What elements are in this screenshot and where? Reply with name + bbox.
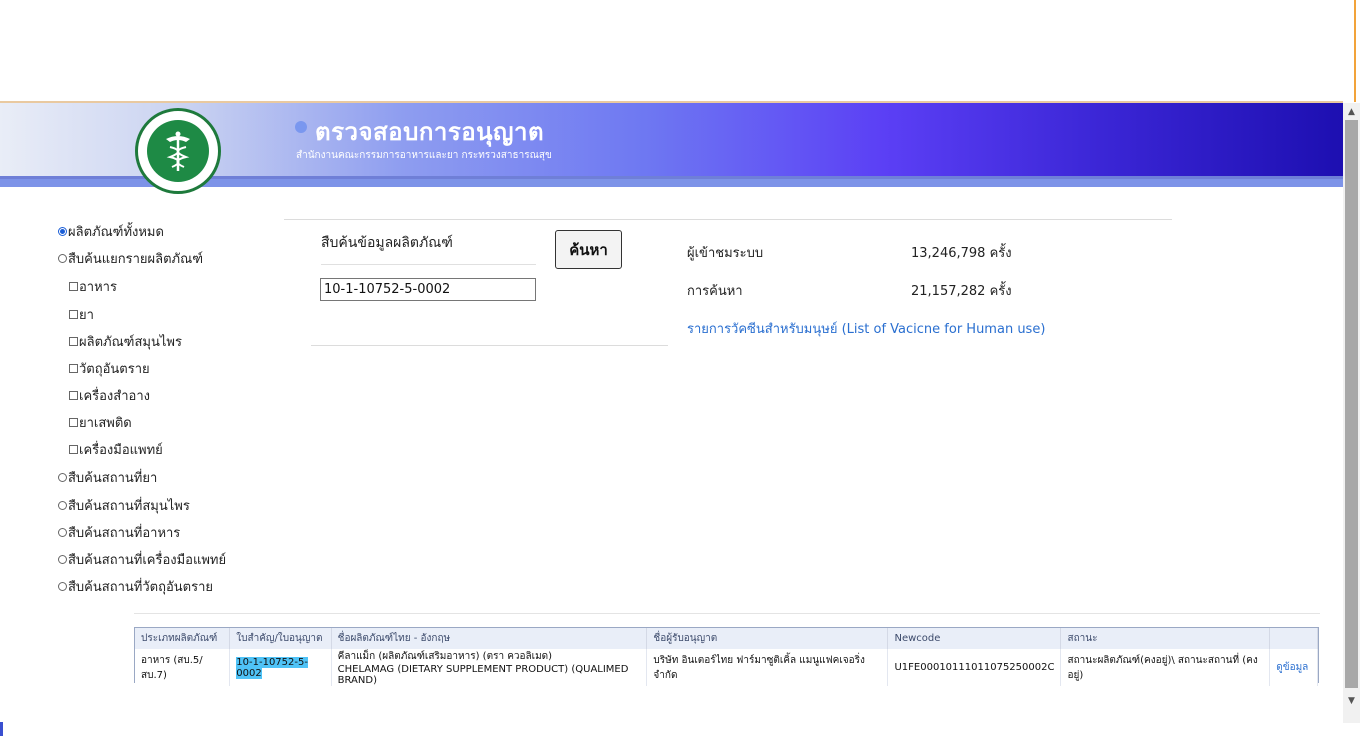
option-label: ผลิตภัณฑ์ทั้งหมด: [68, 225, 164, 240]
ministry-logo: [135, 108, 221, 194]
header-licensee: ชื่อผู้รับอนุญาต: [646, 628, 889, 649]
search-label-divider: [321, 264, 536, 265]
checkbox-icon[interactable]: [69, 445, 78, 454]
checkbox-food[interactable]: อาหาร: [69, 276, 117, 297]
visitors-value: 13,246,798 ครั้ง: [911, 246, 1012, 261]
radio-icon[interactable]: [58, 501, 67, 510]
table-header-row: ประเภทผลิตภัณฑ์ ใบสำคัญ/ใบอนุญาต ชื่อผลิ…: [135, 628, 1318, 649]
searches-value: 21,157,282 ครั้ง: [911, 284, 1012, 299]
product-name-english: CHELAMAG (DIETARY SUPPLEMENT PRODUCT) (Q…: [337, 664, 629, 686]
results-divider: [134, 613, 1320, 614]
table-row: อาหาร (สบ.5/สบ.7) 10-1-10752-5-0002 คีลา…: [135, 649, 1318, 686]
vaccine-list-link[interactable]: รายการวัคซีนสำหรับมนุษย์ (List of Vacicn…: [687, 318, 1045, 339]
license-number-highlight: 10-1-10752-5-0002: [236, 656, 308, 679]
header-action: [1269, 628, 1318, 649]
option-label: สืบค้นสถานที่อาหาร: [68, 526, 181, 541]
option-label: สืบค้นสถานที่เครื่องมือแพทย์: [68, 553, 227, 568]
scroll-down-icon[interactable]: ▼: [1343, 694, 1360, 708]
checkbox-drug[interactable]: ยา: [69, 304, 94, 325]
option-food-premises[interactable]: สืบค้นสถานที่อาหาร: [58, 522, 180, 543]
cell-status: สถานะผลิตภัณฑ์(คงอยู่)\ สถานะสถานที่ (คง…: [1060, 649, 1271, 686]
radio-icon[interactable]: [58, 227, 67, 236]
corner-marker: [0, 722, 3, 736]
checkbox-icon[interactable]: [69, 391, 78, 400]
checkbox-herbal[interactable]: ผลิตภัณฑ์สมุนไพร: [69, 331, 182, 352]
title-bullet-icon: [295, 121, 307, 133]
product-name-thai: คีลาแม็ก (ผลิตภัณฑ์เสริมอาหาร) (ตรา ควอล…: [337, 651, 553, 662]
search-button[interactable]: ค้นหา: [555, 230, 622, 269]
checkbox-hazardous[interactable]: วัตถุอันตราย: [69, 358, 150, 379]
top-blank-area: [0, 0, 1343, 102]
checkbox-icon[interactable]: [69, 310, 78, 319]
checkbox-icon[interactable]: [69, 418, 78, 427]
option-device-premises[interactable]: สืบค้นสถานที่เครื่องมือแพทย์: [58, 549, 226, 570]
header-newcode: Newcode: [887, 628, 1062, 649]
checkbox-narcotics[interactable]: ยาเสพติด: [69, 412, 132, 433]
search-input[interactable]: [320, 278, 536, 301]
option-by-product[interactable]: สืบค้นแยกรายผลิตภัณฑ์: [58, 248, 203, 269]
radio-icon[interactable]: [58, 582, 67, 591]
option-label: สืบค้นสถานที่สมุนไพร: [68, 499, 190, 514]
view-details-link[interactable]: ดูข้อมูล: [1276, 662, 1308, 673]
page-subtitle: สำนักงานคณะกรรมการอาหารและยา กระทรวงสาธา…: [296, 150, 552, 161]
search-section-divider: [284, 219, 1172, 220]
option-label: สืบค้นสถานที่วัตถุอันตราย: [68, 580, 213, 595]
page-title: ตรวจสอบการอนุญาต: [315, 118, 545, 146]
option-all-products[interactable]: ผลิตภัณฑ์ทั้งหมด: [58, 221, 164, 242]
option-label: เครื่องสำอาง: [79, 389, 150, 404]
option-label: อาหาร: [79, 280, 117, 295]
search-label: สืบค้นข้อมูลผลิตภัณฑ์: [321, 235, 453, 251]
header-license: ใบสำคัญ/ใบอนุญาต: [229, 628, 332, 649]
radio-icon[interactable]: [58, 254, 67, 263]
scrollbar-thumb[interactable]: [1345, 120, 1358, 688]
option-hazardous-premises[interactable]: สืบค้นสถานที่วัตถุอันตราย: [58, 576, 213, 597]
header-product-type: ประเภทผลิตภัณฑ์: [135, 628, 231, 649]
option-label: เครื่องมือแพทย์: [79, 443, 163, 458]
cell-newcode: U1FE00010111011075250002C: [887, 649, 1062, 686]
radio-icon[interactable]: [58, 473, 67, 482]
option-drug-premises[interactable]: สืบค้นสถานที่ยา: [58, 467, 157, 488]
option-label: ยาเสพติด: [79, 416, 132, 431]
searches-label: การค้นหา: [687, 284, 743, 299]
option-label: สืบค้นแยกรายผลิตภัณฑ์: [68, 252, 203, 267]
header-product-name: ชื่อผลิตภัณฑ์ไทย - อังกฤษ: [331, 628, 648, 649]
option-label: สืบค้นสถานที่ยา: [68, 471, 158, 486]
checkbox-medical-device[interactable]: เครื่องมือแพทย์: [69, 439, 163, 460]
radio-icon[interactable]: [58, 528, 67, 537]
option-label: ผลิตภัณฑ์สมุนไพร: [79, 335, 182, 350]
scroll-up-icon[interactable]: ▲: [1343, 105, 1360, 119]
checkbox-icon[interactable]: [69, 364, 78, 373]
header-status: สถานะ: [1060, 628, 1271, 649]
option-label: วัตถุอันตราย: [79, 362, 150, 377]
cell-licensee: บริษัท อินเตอร์ไทย ฟาร์มาซูติเคิ้ล แมนูแ…: [646, 649, 889, 686]
checkbox-cosmetics[interactable]: เครื่องสำอาง: [69, 385, 150, 406]
cell-product-type: อาหาร (สบ.5/สบ.7): [135, 649, 231, 686]
cell-license: 10-1-10752-5-0002: [229, 649, 332, 686]
results-table: ประเภทผลิตภัณฑ์ ใบสำคัญ/ใบอนุญาต ชื่อผลิ…: [134, 627, 1319, 686]
checkbox-icon[interactable]: [69, 282, 78, 291]
visitors-label: ผู้เข้าชมระบบ: [687, 246, 764, 261]
cell-action: ดูข้อมูล: [1269, 649, 1318, 686]
cell-product-name: คีลาแม็ก (ผลิตภัณฑ์เสริมอาหาร) (ตรา ควอล…: [331, 649, 648, 686]
option-label: ยา: [79, 308, 94, 323]
option-herbal-premises[interactable]: สืบค้นสถานที่สมุนไพร: [58, 495, 190, 516]
search-bottom-divider: [311, 345, 668, 346]
caduceus-icon: [147, 120, 209, 182]
window-edge-accent: [1354, 0, 1356, 102]
radio-icon[interactable]: [58, 555, 67, 564]
checkbox-icon[interactable]: [69, 337, 78, 346]
